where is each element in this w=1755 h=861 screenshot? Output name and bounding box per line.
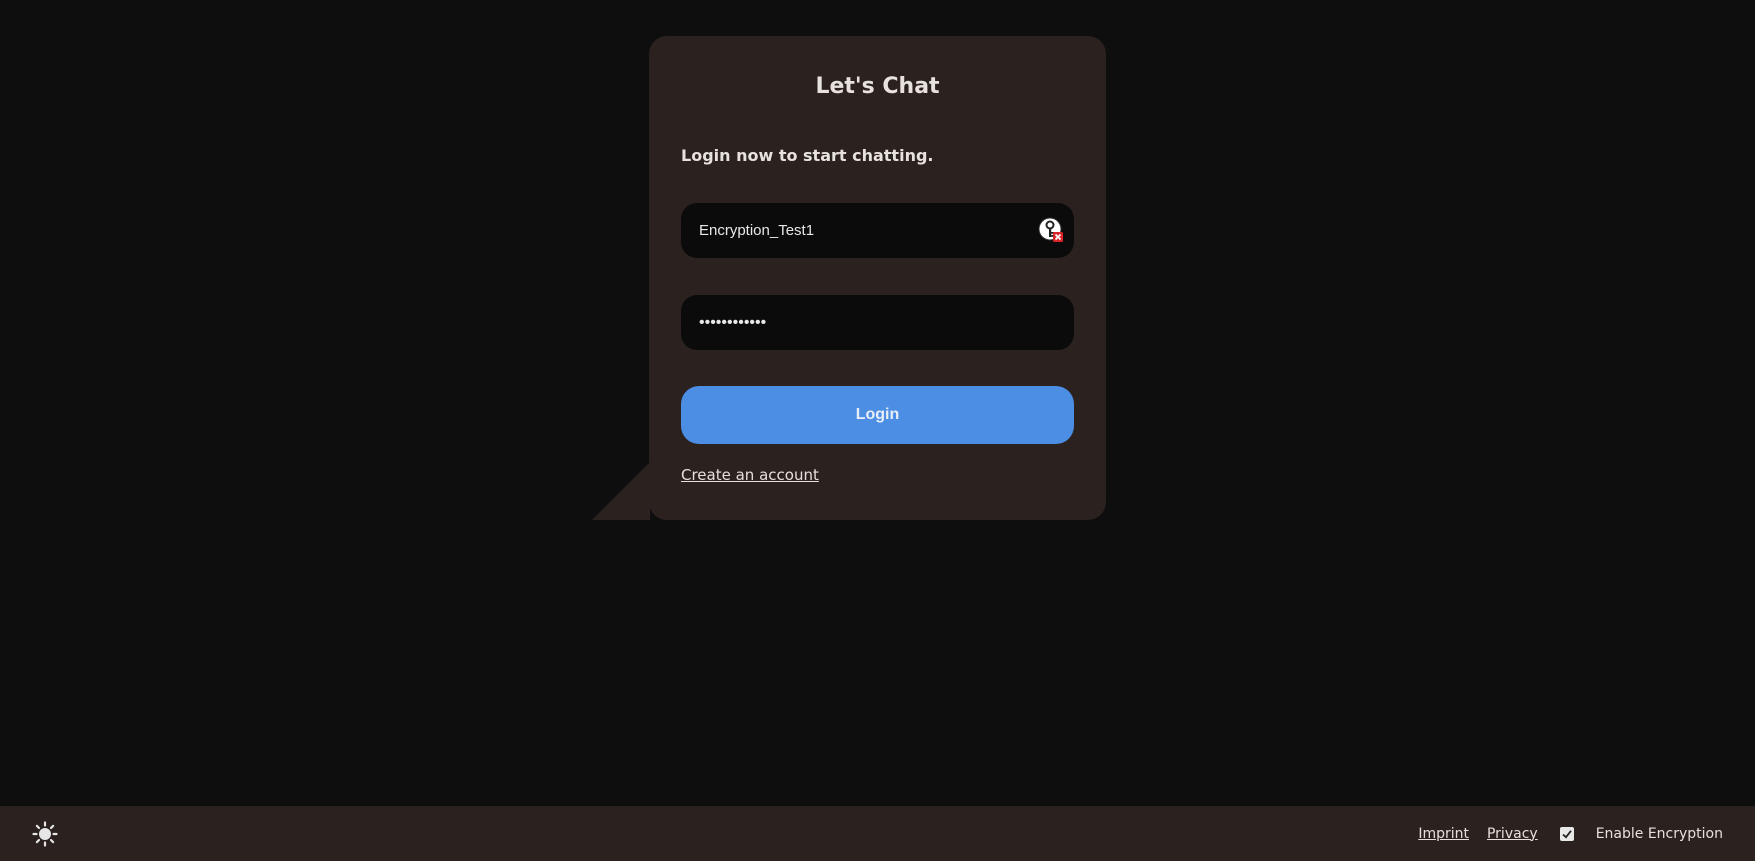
checkmark-icon bbox=[1562, 829, 1572, 839]
page-title: Let's Chat bbox=[815, 74, 940, 99]
sun-icon[interactable] bbox=[32, 821, 58, 847]
password-value: •••••••••••• bbox=[699, 313, 767, 331]
login-subtitle: Login now to start chatting. bbox=[681, 146, 934, 165]
privacy-link[interactable]: Privacy bbox=[1487, 826, 1538, 842]
encryption-label: Enable Encryption bbox=[1595, 825, 1723, 842]
footer-bar: Imprint Privacy Enable Encryption bbox=[0, 806, 1755, 861]
login-card: Let's Chat Login now to start chatting. … bbox=[649, 36, 1106, 520]
login-button[interactable]: Login bbox=[681, 386, 1074, 444]
create-account-link[interactable]: Create an account bbox=[681, 466, 819, 484]
card-speech-tail bbox=[592, 462, 650, 520]
imprint-link[interactable]: Imprint bbox=[1418, 826, 1469, 842]
username-field[interactable]: Encryption_Test1 bbox=[681, 203, 1074, 258]
key-icon[interactable] bbox=[1038, 217, 1064, 243]
footer-links: Imprint Privacy Enable Encryption bbox=[1400, 806, 1723, 861]
password-field[interactable]: •••••••••••• bbox=[681, 295, 1074, 350]
page: Let's Chat Login now to start chatting. … bbox=[0, 0, 1755, 861]
encryption-checkbox[interactable] bbox=[1559, 826, 1574, 841]
username-value: Encryption_Test1 bbox=[699, 222, 815, 239]
